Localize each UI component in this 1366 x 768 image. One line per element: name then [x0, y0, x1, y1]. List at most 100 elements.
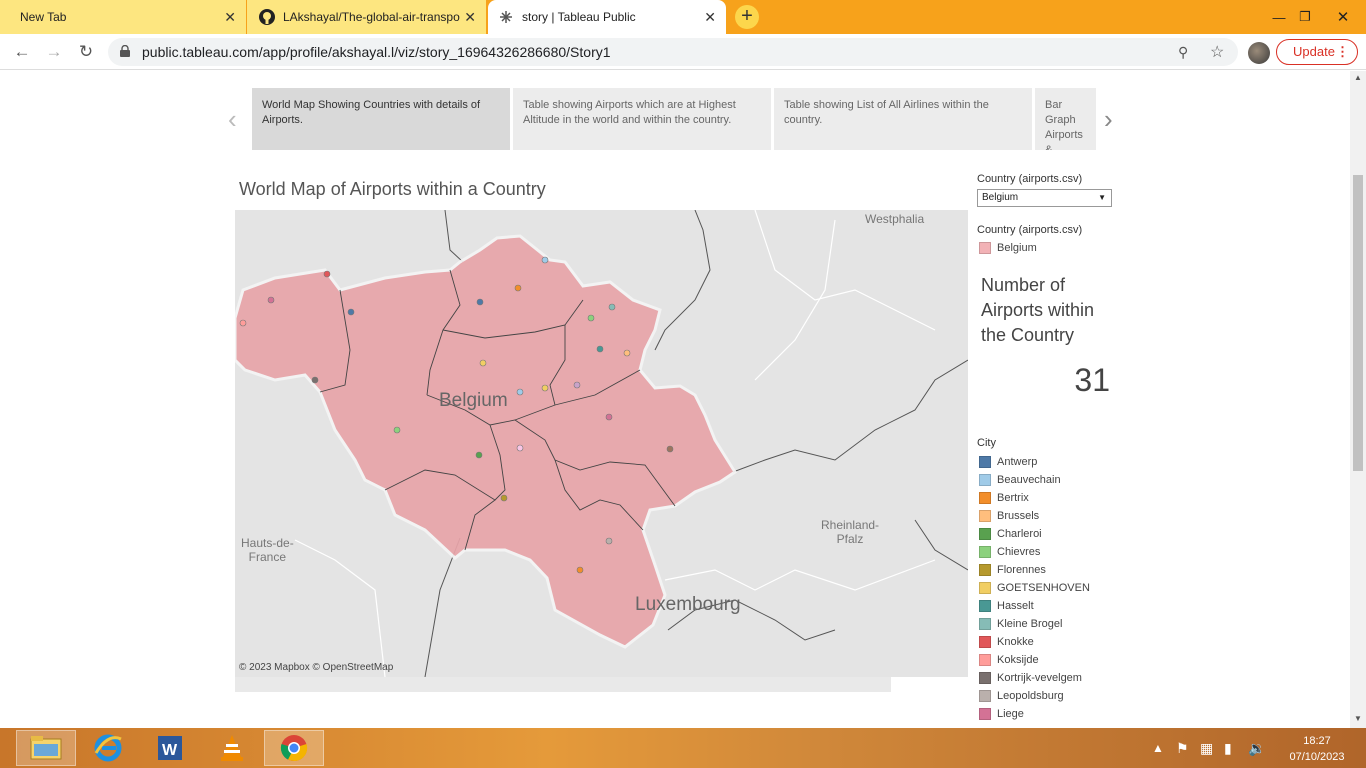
city-legend-item[interactable]: Kortrijk-vevelgem: [979, 671, 1082, 685]
windows-taskbar: W ▲ ⚑ ▦ ▮ 🔉 18:27 07/10/2023: [0, 728, 1366, 768]
close-icon[interactable]: ✕: [704, 9, 716, 26]
city-legend-item[interactable]: Knokke: [979, 635, 1034, 649]
legend-swatch: [979, 492, 991, 504]
legend-label: Belgium: [997, 242, 1037, 254]
action-center-icon[interactable]: ⚑: [1176, 728, 1189, 768]
internet-explorer-icon[interactable]: [78, 730, 138, 766]
tab-tableau[interactable]: story | Tableau Public ✕: [488, 0, 726, 34]
city-legend-item[interactable]: Koksijde: [979, 653, 1039, 667]
map-canvas: [235, 210, 968, 677]
reload-icon[interactable]: ↻: [76, 42, 96, 62]
legend-swatch: [979, 242, 991, 254]
battery-icon[interactable]: ▮: [1224, 728, 1232, 768]
address-bar[interactable]: public.tableau.com/app/profile/akshayal.…: [108, 38, 1238, 66]
system-clock[interactable]: 18:27 07/10/2023: [1282, 733, 1352, 765]
city-legend-item[interactable]: Brussels: [979, 509, 1039, 523]
legend-label: Hasselt: [997, 600, 1034, 612]
tab-title: New Tab: [20, 10, 67, 24]
city-legend-item[interactable]: Charleroi: [979, 527, 1042, 541]
network-icon[interactable]: ▦: [1200, 728, 1213, 768]
legend-label: Liege: [997, 708, 1024, 720]
story-point-3[interactable]: Table showing List of All Airlines withi…: [774, 88, 1032, 150]
kpi-value: 31: [1074, 362, 1110, 398]
new-tab-button[interactable]: +: [735, 5, 759, 29]
tab-github[interactable]: LAkshayal/The-global-air-transpo ✕: [247, 0, 486, 34]
page-content: ‹ World Map Showing Countries with detai…: [0, 71, 1350, 728]
menu-dots-icon[interactable]: ⋮: [1336, 40, 1349, 64]
volume-icon[interactable]: 🔉: [1248, 728, 1265, 768]
svg-text:W: W: [162, 742, 178, 759]
legend-swatch: [979, 708, 991, 720]
vlc-icon[interactable]: [202, 730, 262, 766]
close-icon[interactable]: ✕: [464, 9, 476, 26]
page-scrollbar[interactable]: ▲ ▼: [1350, 71, 1366, 728]
close-icon[interactable]: ✕: [224, 9, 236, 26]
story-point-2[interactable]: Table showing Airports which are at High…: [513, 88, 771, 150]
city-legend-item[interactable]: Hasselt: [979, 599, 1034, 613]
scroll-down-icon[interactable]: ▼: [1350, 712, 1366, 726]
city-legend-item[interactable]: GOETSENHOVEN: [979, 581, 1090, 595]
city-legend-item[interactable]: Chievres: [979, 545, 1040, 559]
city-legend-item[interactable]: Liege: [979, 707, 1024, 721]
kpi-title: Number of Airports within the Country: [981, 275, 1095, 345]
avatar[interactable]: [1248, 42, 1270, 64]
clock-date: 07/10/2023: [1289, 751, 1345, 763]
update-button[interactable]: Update ⋮: [1276, 39, 1358, 65]
legend-label: Brussels: [997, 510, 1040, 522]
update-label: Update: [1293, 44, 1335, 59]
legend-swatch: [979, 456, 991, 468]
forward-icon[interactable]: →: [44, 42, 64, 62]
legend-label: Kleine Brogel: [997, 618, 1063, 630]
legend-swatch: [979, 600, 991, 612]
word-icon[interactable]: W: [140, 730, 200, 766]
color-legend-title: Country (airports.csv): [977, 224, 1083, 236]
legend-swatch: [979, 672, 991, 684]
chevron-down-icon: ▼: [1098, 193, 1106, 202]
story-next-icon[interactable]: ›: [1104, 104, 1113, 135]
github-icon: [259, 9, 275, 25]
tab-title: LAkshayal/The-global-air-transpo: [283, 10, 460, 24]
file-explorer-icon[interactable]: [16, 730, 76, 766]
city-legend-item[interactable]: Bertrix: [979, 491, 1029, 505]
map-label-luxembourg: Luxembourg: [635, 594, 741, 615]
map-attribution[interactable]: © 2023 Mapbox © OpenStreetMap: [239, 662, 393, 673]
city-legend-item[interactable]: Leopoldsburg: [979, 689, 1064, 703]
legend-swatch: [979, 636, 991, 648]
city-legend-title: City: [977, 437, 996, 449]
bookmark-star-icon[interactable]: ☆: [1210, 42, 1224, 62]
legend-label: Florennes: [997, 564, 1046, 576]
tab-new-tab[interactable]: New Tab ✕: [0, 0, 246, 34]
legend-label: Knokke: [997, 636, 1034, 648]
legend-label: GOETSENHOVEN: [997, 582, 1090, 594]
zoom-icon[interactable]: ⚲: [1178, 44, 1188, 61]
chrome-icon[interactable]: [264, 730, 324, 766]
city-legend-item[interactable]: Beauvechain: [979, 473, 1061, 487]
story-point-4[interactable]: Bar Graph Airports &: [1035, 88, 1096, 150]
back-icon[interactable]: ←: [12, 42, 32, 62]
map-label-westphalia: Westphalia: [865, 212, 925, 226]
story-point-1[interactable]: World Map Showing Countries with details…: [252, 88, 510, 150]
scroll-up-icon[interactable]: ▲: [1350, 71, 1366, 85]
legend-label: Koksijde: [997, 654, 1039, 666]
city-legend-item[interactable]: Kleine Brogel: [979, 617, 1062, 631]
legend-swatch: [979, 582, 991, 594]
tab-strip: New Tab ✕ LAkshayal/The-global-air-trans…: [0, 0, 1366, 34]
scroll-thumb[interactable]: [1353, 175, 1363, 471]
city-legend-item[interactable]: Florennes: [979, 563, 1046, 577]
legend-label: Beauvechain: [997, 474, 1061, 486]
country-legend-item[interactable]: Belgium: [979, 241, 1037, 255]
story-prev-icon[interactable]: ‹: [228, 104, 237, 135]
country-filter-dropdown[interactable]: Belgium ▼: [977, 189, 1112, 207]
window-close-icon[interactable]: ✕: [1320, 0, 1366, 34]
city-legend-item[interactable]: Antwerp: [979, 455, 1037, 469]
legend-swatch: [979, 618, 991, 630]
legend-label: Antwerp: [997, 456, 1038, 468]
tray-chevron-icon[interactable]: ▲: [1152, 728, 1164, 768]
map-view[interactable]: Westphalia Belgium Hauts-de- France Rhei…: [235, 210, 968, 677]
map-horizontal-scrollbar[interactable]: [235, 677, 891, 692]
filter-label: Country (airports.csv): [977, 173, 1083, 185]
legend-label: Kortrijk-vevelgem: [997, 672, 1082, 684]
clock-time: 18:27: [1303, 735, 1331, 747]
map-label-rheinland-pfalz: Rheinland- Pfalz: [821, 518, 880, 546]
tab-title: story | Tableau Public: [522, 10, 636, 24]
